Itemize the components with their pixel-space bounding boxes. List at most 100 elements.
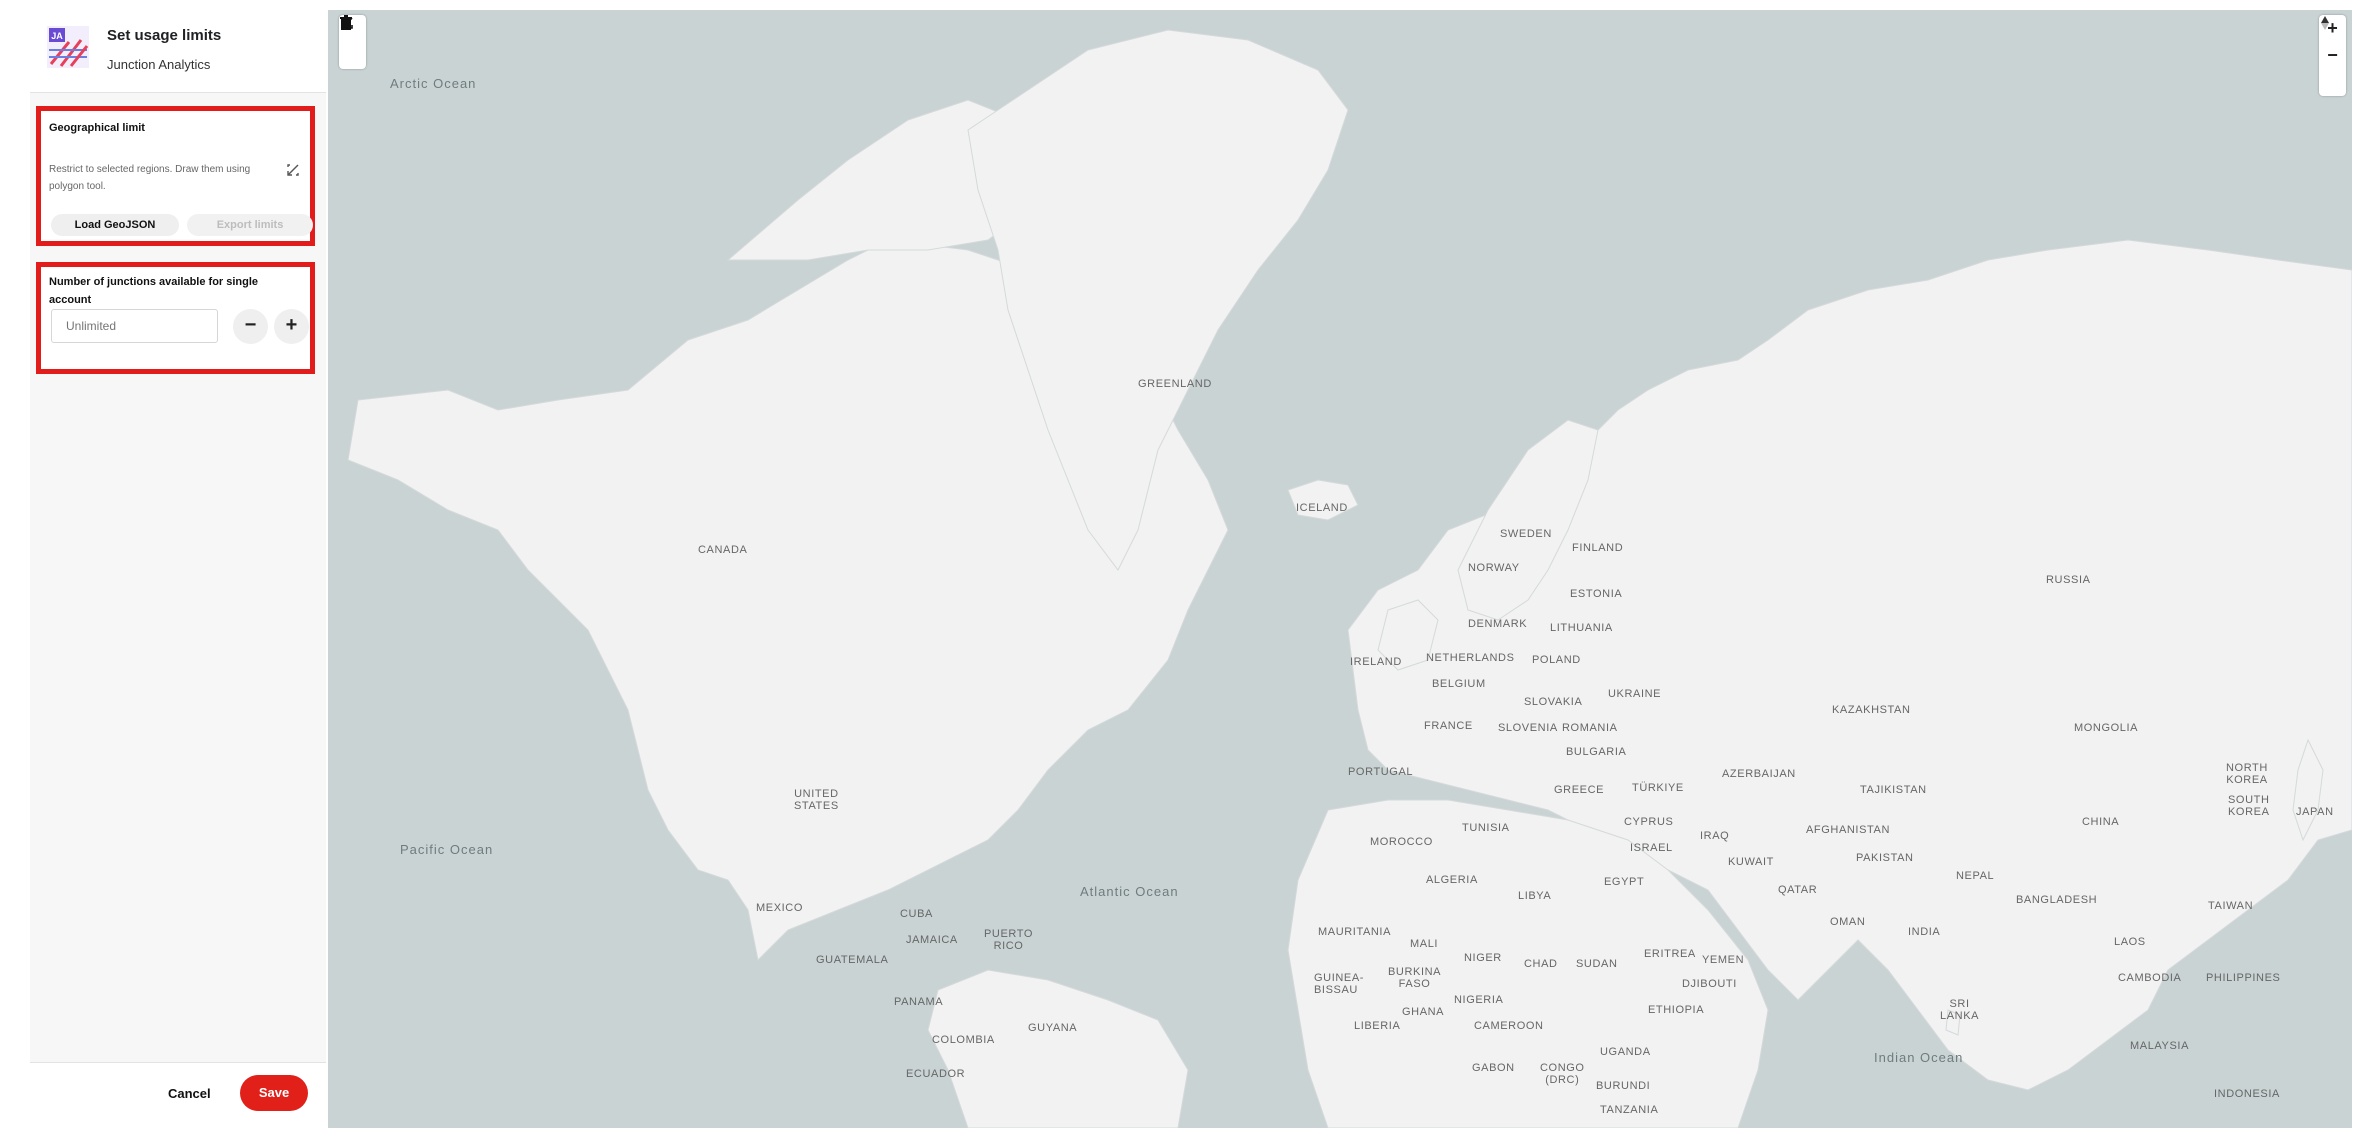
- country-label: AZERBAIJAN: [1722, 768, 1796, 780]
- country-label: NORTH KOREA: [2226, 762, 2268, 786]
- country-label: PORTUGAL: [1348, 766, 1414, 778]
- country-label: MAURITANIA: [1318, 926, 1392, 938]
- save-button[interactable]: Save: [240, 1075, 308, 1111]
- country-label: KAZAKHSTAN: [1832, 704, 1911, 716]
- page-title: Set usage limits: [107, 27, 222, 44]
- country-label: TUNISIA: [1462, 822, 1510, 834]
- country-label: CAMEROON: [1474, 1020, 1544, 1032]
- country-label: PAKISTAN: [1856, 852, 1914, 864]
- country-label: TAIWAN: [2208, 900, 2254, 912]
- country-label: BELGIUM: [1432, 678, 1486, 690]
- country-label: LIBERIA: [1354, 1020, 1401, 1032]
- country-label: SUDAN: [1576, 958, 1618, 970]
- country-label: SLOVENIA: [1498, 722, 1558, 734]
- country-label: ERITREA: [1644, 948, 1696, 960]
- country-label: GUATEMALA: [816, 954, 889, 966]
- country-label: MALAYSIA: [2130, 1040, 2190, 1052]
- world-map[interactable]: + − Arctic Ocean Pacific Ocean Atlantic …: [328, 10, 2352, 1128]
- organization-name: Junction Analytics: [107, 57, 211, 72]
- country-label: GHANA: [1402, 1006, 1445, 1018]
- zoom-out-icon[interactable]: −: [2319, 42, 2346, 69]
- compass-icon[interactable]: [2319, 16, 2346, 96]
- country-label: GUYANA: [1028, 1022, 1078, 1034]
- country-label: CHAD: [1524, 958, 1558, 970]
- country-label: LITHUANIA: [1550, 622, 1613, 634]
- country-label: ESTONIA: [1570, 588, 1623, 600]
- country-label: BURUNDI: [1596, 1080, 1651, 1092]
- sidebar-panel: JA Set usage limits Junction Analytics G…: [30, 10, 326, 1129]
- geographical-limit-title: Geographical limit: [49, 122, 145, 134]
- country-label: GUINEA- BISSAU: [1314, 972, 1365, 996]
- country-label: PHILIPPINES: [2206, 972, 2281, 984]
- country-label: CUBA: [900, 908, 933, 920]
- decrement-button[interactable]: −: [233, 309, 268, 344]
- country-label: TÜRKIYE: [1632, 782, 1684, 794]
- geographical-limit-card: Geographical limit Restrict to selected …: [36, 106, 315, 246]
- country-label: CONGO (DRC): [1540, 1062, 1585, 1086]
- panel-header: JA Set usage limits Junction Analytics: [30, 10, 326, 93]
- junction-limit-card: Number of junctions available for single…: [36, 262, 315, 374]
- junction-count-input[interactable]: [51, 309, 218, 343]
- country-label: ETHIOPIA: [1648, 1004, 1705, 1016]
- country-label: UNITED STATES: [794, 788, 839, 812]
- country-label: SLOVAKIA: [1524, 696, 1583, 708]
- polygon-tool-icon: [287, 164, 299, 176]
- junction-limit-title: Number of junctions available for single…: [49, 276, 259, 306]
- country-label: AFGHANISTAN: [1806, 824, 1891, 836]
- country-label: MALI: [1410, 938, 1439, 950]
- country-label: BANGLADESH: [2016, 894, 2098, 906]
- trash-icon[interactable]: [339, 15, 366, 69]
- country-label: ROMANIA: [1562, 722, 1618, 734]
- increment-button[interactable]: +: [274, 309, 309, 344]
- country-label: NORWAY: [1468, 562, 1520, 574]
- country-label: ISRAEL: [1630, 842, 1673, 854]
- load-geojson-button[interactable]: Load GeoJSON: [51, 214, 179, 236]
- country-label: JAPAN: [2296, 806, 2334, 818]
- country-label: CANADA: [698, 544, 748, 556]
- country-label: COLOMBIA: [932, 1034, 995, 1046]
- ocean-label-atlantic: Atlantic Ocean: [1080, 884, 1179, 899]
- country-label: LAOS: [2114, 936, 2146, 948]
- ocean-label-indian: Indian Ocean: [1874, 1050, 1964, 1065]
- country-label: POLAND: [1532, 654, 1581, 666]
- country-label: KUWAIT: [1728, 856, 1774, 868]
- country-label: PANAMA: [894, 996, 944, 1008]
- country-label: PUERTO RICO: [984, 928, 1034, 952]
- country-label: EGYPT: [1604, 876, 1645, 888]
- country-label: ICELAND: [1296, 502, 1348, 514]
- country-label: NETHERLANDS: [1426, 652, 1515, 664]
- country-label: MOROCCO: [1370, 836, 1433, 848]
- country-label: DJIBOUTI: [1682, 978, 1737, 990]
- country-label: CAMBODIA: [2118, 972, 2182, 984]
- country-label: OMAN: [1830, 916, 1866, 928]
- ocean-label-pacific: Pacific Ocean: [400, 842, 494, 857]
- country-label: ECUADOR: [906, 1068, 966, 1080]
- country-label: TANZANIA: [1600, 1104, 1659, 1116]
- country-label: SWEDEN: [1500, 528, 1552, 540]
- panel-footer: Cancel Save: [30, 1062, 326, 1129]
- country-label: ALGERIA: [1426, 874, 1478, 886]
- export-limits-button[interactable]: Export limits: [187, 214, 313, 236]
- country-label: TAJIKISTAN: [1860, 784, 1927, 796]
- country-label: YEMEN: [1702, 954, 1745, 966]
- country-label: BURKINA FASO: [1388, 966, 1442, 990]
- app-logo: JA: [47, 26, 89, 68]
- country-label: GABON: [1472, 1062, 1515, 1074]
- country-label: INDONESIA: [2214, 1088, 2280, 1100]
- country-label: FINLAND: [1572, 542, 1624, 554]
- map-landmass: [347, 29, 2352, 1128]
- country-label: INDIA: [1908, 926, 1941, 938]
- country-label: JAMAICA: [906, 934, 958, 946]
- draw-controls: [339, 15, 366, 69]
- country-label: NIGER: [1464, 952, 1502, 964]
- country-label: CHINA: [2082, 816, 2120, 828]
- country-label: GREENLAND: [1138, 378, 1212, 390]
- country-label: SOUTH KOREA: [2228, 794, 2270, 818]
- country-label: SRI LANKA: [1940, 998, 1980, 1022]
- country-label: UGANDA: [1600, 1046, 1651, 1058]
- country-label: MONGOLIA: [2074, 722, 2139, 734]
- geographical-limit-description: Restrict to selected regions. Draw them …: [49, 164, 251, 192]
- country-label: GREECE: [1554, 784, 1605, 796]
- country-label: QATAR: [1778, 884, 1818, 896]
- cancel-button[interactable]: Cancel: [168, 1086, 211, 1101]
